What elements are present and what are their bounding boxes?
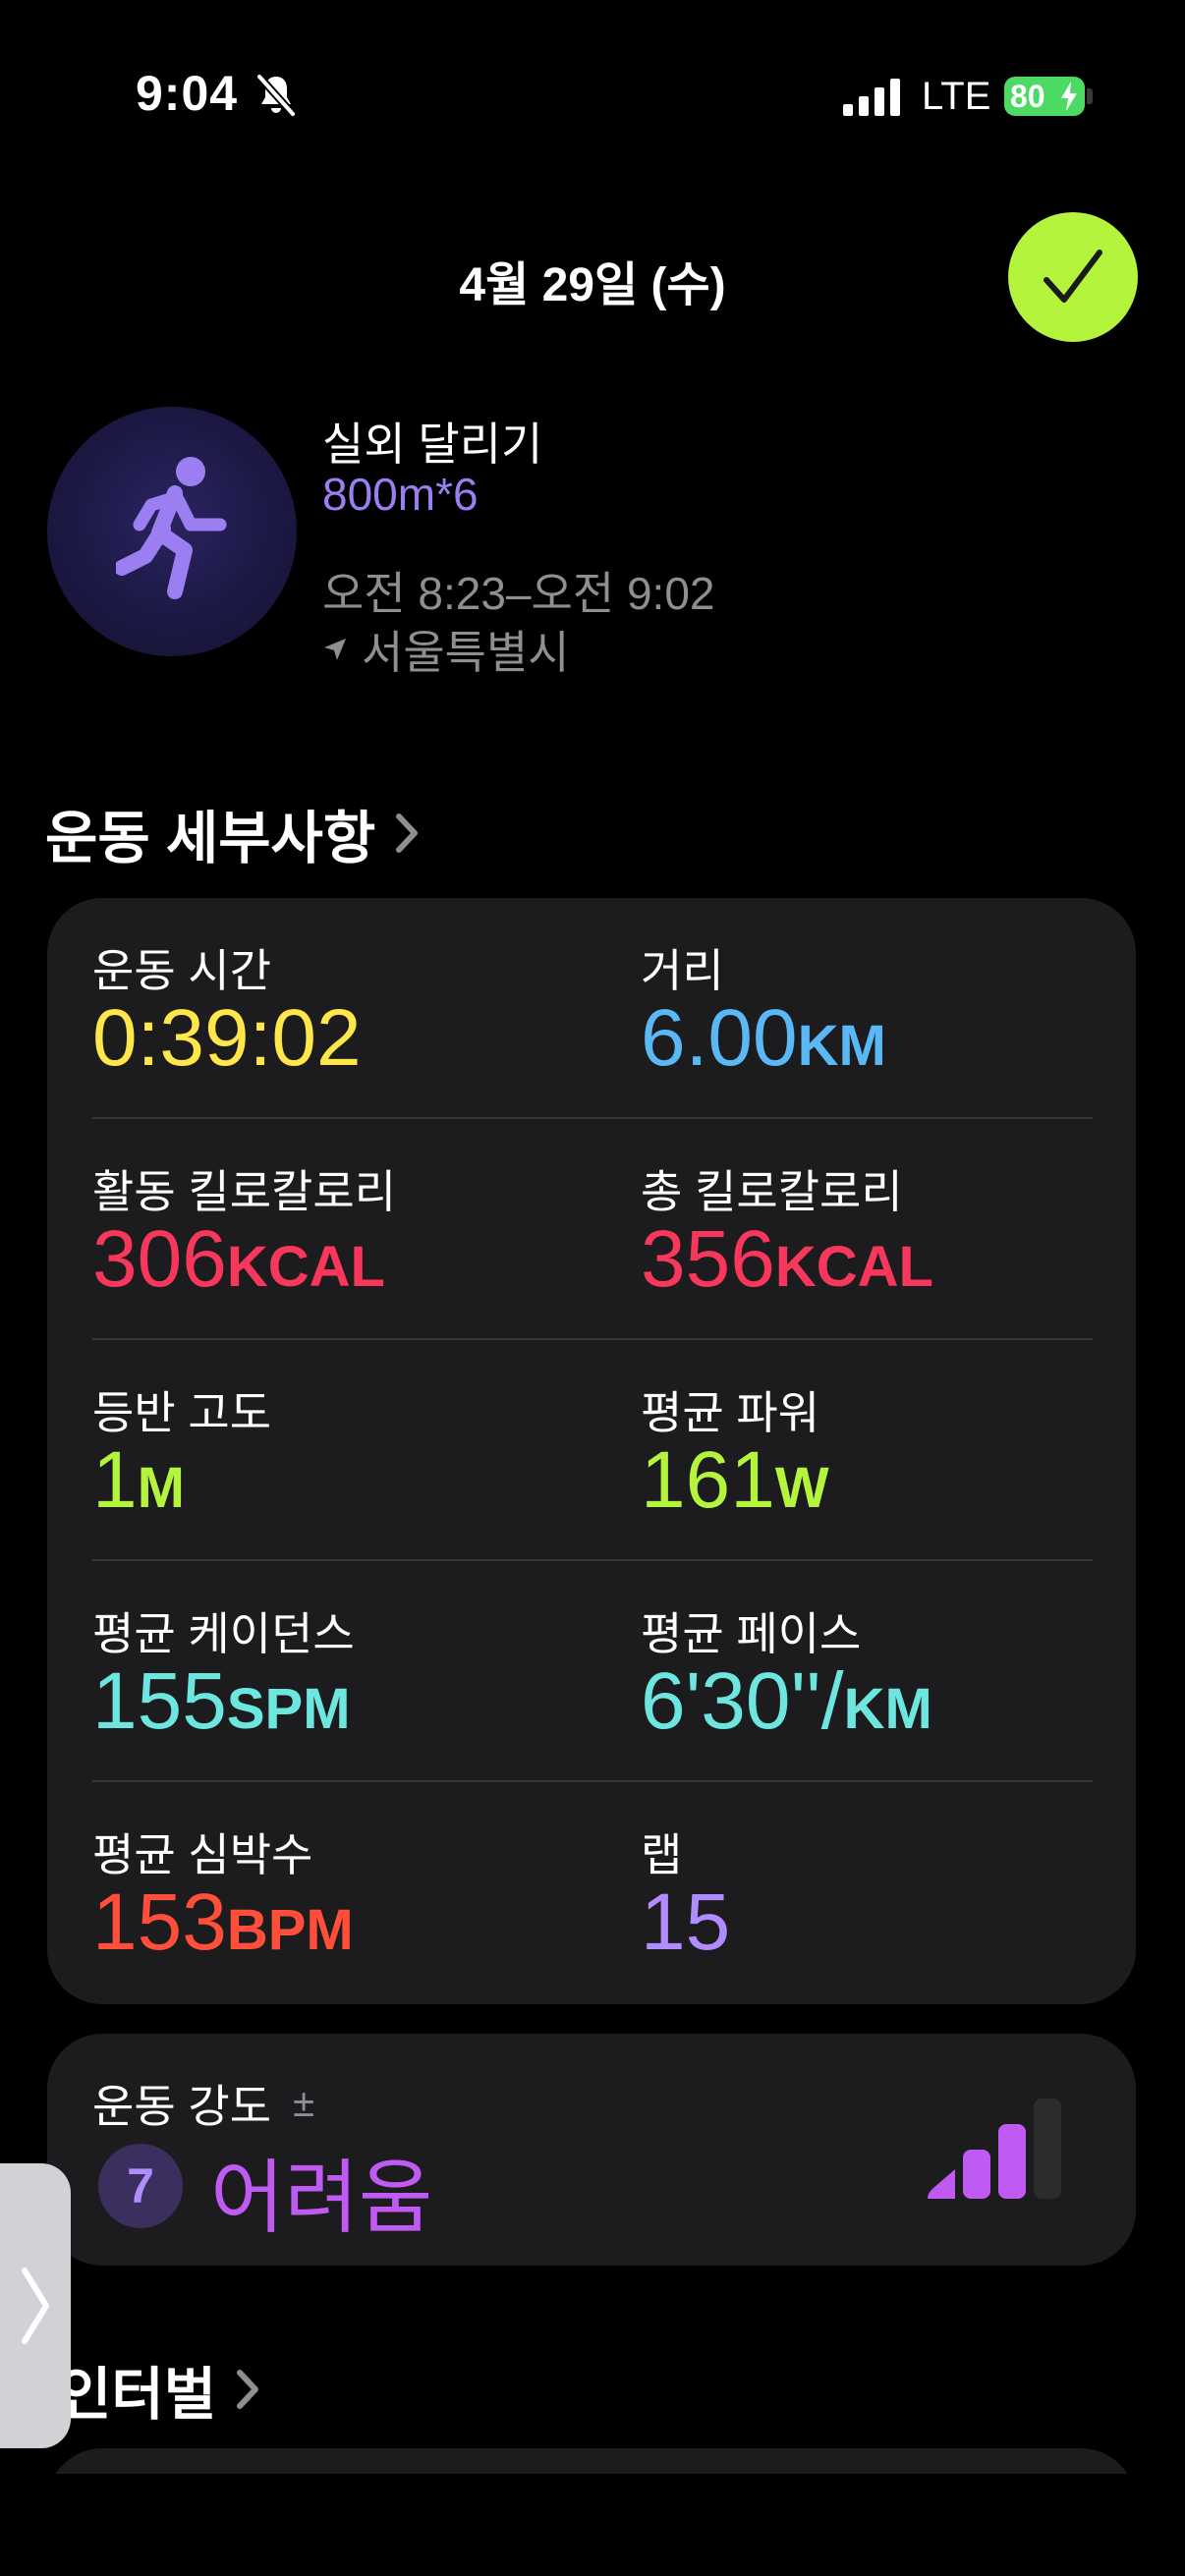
runner-icon xyxy=(116,457,227,599)
metric-avg-cadence: 평균 케이던스 155SPM xyxy=(92,1561,584,1782)
network-type: LTE xyxy=(922,75,991,118)
metric-label: 평균 페이스 xyxy=(641,1608,862,1659)
status-bar: 9:04 LTE 80 xyxy=(0,0,1185,196)
metric-label: 평균 파워 xyxy=(641,1387,820,1438)
metric-value: 306KCAL xyxy=(92,1214,385,1304)
workout-time-range: 오전 8:23–오전 9:02 xyxy=(322,568,715,619)
intervals-title: 인터벌 xyxy=(59,2363,217,2427)
metric-distance: 거리 6.00KM xyxy=(641,898,1132,1119)
bottom-fade xyxy=(0,2474,1185,2576)
workout-type: 실외 달리기 xyxy=(322,419,543,470)
metric-value: 6'30''/KM xyxy=(641,1656,932,1746)
workout-name: 800m*6 xyxy=(322,469,479,520)
workout-location: 서울특별시 xyxy=(322,617,570,682)
workout-details-card[interactable]: 운동 시간 0:39:02 거리 6.00KM 활동 킬로칼로리 306KCAL… xyxy=(47,898,1136,2004)
metric-laps: 랩 15 xyxy=(641,1782,1132,2003)
effort-level: 어려움 xyxy=(210,2154,433,2243)
checkmark-icon xyxy=(1044,250,1102,303)
effort-label: 운동 강도 xyxy=(92,2081,272,2132)
effort-label-row: 운동 강도 ± xyxy=(92,2071,314,2136)
location-arrow-icon xyxy=(324,639,346,660)
metric-active-kcal: 활동 킬로칼로리 306KCAL xyxy=(92,1119,584,1340)
metric-row: 등반 고도 1M 평균 파워 161W xyxy=(92,1340,1093,1561)
details-section-header[interactable]: 운동 세부사항 xyxy=(45,792,421,874)
bolt-icon xyxy=(1061,82,1077,111)
chevron-right-icon xyxy=(237,2370,259,2409)
metric-elevation-gain: 등반 고도 1M xyxy=(92,1340,584,1561)
metric-row: 평균 심박수 153BPM 랩 15 xyxy=(92,1782,1093,2003)
battery-level: 80 xyxy=(1010,78,1045,114)
bell-slash-icon xyxy=(256,74,296,117)
metric-label: 등반 고도 xyxy=(92,1387,272,1438)
metric-label: 평균 심박수 xyxy=(92,1829,313,1880)
intervals-section-header[interactable]: 인터벌 xyxy=(59,2348,261,2431)
metric-value: 153BPM xyxy=(92,1877,354,1967)
metric-value: 161W xyxy=(641,1435,829,1525)
metric-label: 거리 xyxy=(641,945,724,996)
chevron-right-icon xyxy=(396,813,419,853)
metric-label: 랩 xyxy=(641,1829,683,1880)
battery-charging-icon: 80 xyxy=(1004,77,1085,116)
metric-avg-heart-rate: 평균 심박수 153BPM xyxy=(92,1782,584,2003)
signal-icon xyxy=(843,79,900,116)
status-time: 9:04 xyxy=(136,66,239,121)
battery-cap xyxy=(1087,88,1093,104)
location-label: 서울특별시 xyxy=(362,627,570,678)
metric-value: 356KCAL xyxy=(641,1214,933,1304)
metric-label: 총 킬로칼로리 xyxy=(641,1166,903,1217)
details-title: 운동 세부사항 xyxy=(45,807,376,870)
effort-card[interactable]: 운동 강도 ± 7 어려움 xyxy=(47,2034,1136,2266)
metric-avg-power: 평균 파워 161W xyxy=(641,1340,1132,1561)
metric-avg-pace: 평균 페이스 6'30''/KM xyxy=(641,1561,1132,1782)
side-panel-handle[interactable] xyxy=(0,2163,71,2448)
metric-value: 155SPM xyxy=(92,1656,351,1746)
metric-value: 15 xyxy=(641,1877,731,1967)
metric-label: 운동 시간 xyxy=(92,945,272,996)
metric-value: 1M xyxy=(92,1435,185,1525)
metric-total-kcal: 총 킬로칼로리 356KCAL xyxy=(641,1119,1132,1340)
metric-value: 6.00KM xyxy=(641,993,886,1083)
effort-bars-icon xyxy=(928,2099,1061,2199)
plus-minus-icon: ± xyxy=(293,2081,315,2125)
metric-value: 0:39:02 xyxy=(92,993,362,1083)
metric-row: 평균 케이던스 155SPM 평균 페이스 6'30''/KM xyxy=(92,1561,1093,1782)
metric-row: 운동 시간 0:39:02 거리 6.00KM xyxy=(92,898,1093,1119)
done-button[interactable] xyxy=(1008,212,1138,342)
metric-row: 활동 킬로칼로리 306KCAL 총 킬로칼로리 356KCAL xyxy=(92,1119,1093,1340)
effort-score-badge: 7 xyxy=(98,2144,183,2228)
chevron-right-icon xyxy=(22,2268,49,2344)
metric-workout-time: 운동 시간 0:39:02 xyxy=(92,898,584,1119)
metric-label: 활동 킬로칼로리 xyxy=(92,1166,397,1217)
metric-label: 평균 케이던스 xyxy=(92,1608,355,1659)
